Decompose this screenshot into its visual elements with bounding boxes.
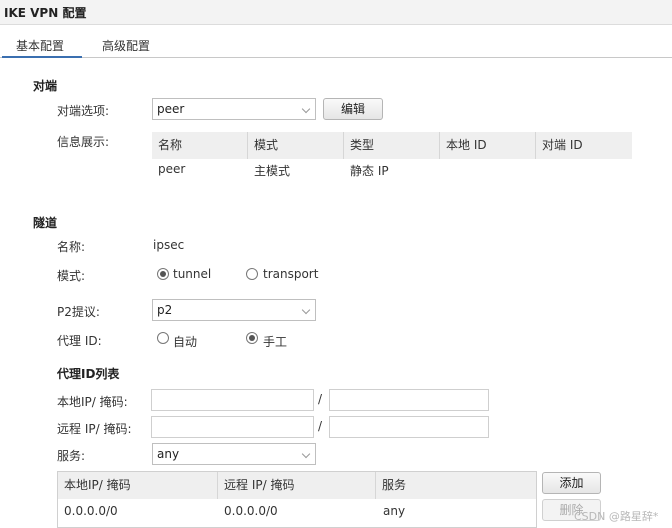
remote-ip-mask-label: 远程 IP/ 掩码: bbox=[57, 422, 132, 436]
local-ip-mask-label: 本地IP/ 掩码: bbox=[57, 395, 128, 409]
peer-col-local-id: 本地 ID bbox=[440, 132, 536, 159]
chevron-down-icon bbox=[301, 449, 311, 459]
window-title: IKE VPN 配置 bbox=[4, 6, 87, 20]
peer-option-select[interactable]: peer bbox=[152, 98, 316, 120]
remote-ip-input[interactable] bbox=[151, 416, 314, 438]
chevron-down-icon bbox=[301, 305, 311, 315]
service-value: any bbox=[157, 447, 180, 461]
peer-col-peer-id: 对端 ID bbox=[536, 132, 632, 159]
remote-mask-input[interactable] bbox=[329, 416, 489, 438]
peer-option-value: peer bbox=[157, 102, 185, 116]
table-row[interactable]: peer 主模式 静态 IP bbox=[152, 159, 632, 181]
local-separator: / bbox=[318, 392, 323, 406]
peer-col-mode: 模式 bbox=[248, 132, 344, 159]
mode-transport-label: transport bbox=[263, 267, 319, 281]
proxy-manual-label: 手工 bbox=[263, 335, 288, 349]
peer-row-mode: 主模式 bbox=[254, 164, 291, 178]
tunnel-mode-label: 模式: bbox=[57, 269, 86, 283]
mode-tunnel-label: tunnel bbox=[173, 267, 212, 281]
tab-bar: 基本配置 高级配置 bbox=[0, 36, 672, 58]
proxy-id-table: 本地IP/ 掩码 远程 IP/ 掩码 服务 0.0.0.0/0 0.0.0.0/… bbox=[57, 471, 537, 528]
table-row[interactable]: 0.0.0.0/0 0.0.0.0/0 any bbox=[58, 500, 536, 524]
peer-col-name: 名称 bbox=[152, 132, 248, 159]
mode-transport-radio[interactable] bbox=[246, 268, 258, 280]
p2-proposal-select[interactable]: p2 bbox=[152, 299, 316, 321]
window-title-bar: IKE VPN 配置 bbox=[0, 0, 672, 25]
proxy-col-remote: 远程 IP/ 掩码 bbox=[218, 472, 376, 499]
proxy-row-local: 0.0.0.0/0 bbox=[64, 504, 118, 518]
peer-row-type: 静态 IP bbox=[350, 164, 389, 178]
peer-option-label: 对端选项: bbox=[57, 104, 110, 118]
proxy-id-label: 代理 ID: bbox=[57, 334, 102, 348]
p2-proposal-value: p2 bbox=[157, 303, 173, 317]
peer-info-table: 名称 模式 类型 本地 ID 对端 ID peer 主模式 静态 IP bbox=[152, 132, 632, 182]
proxy-auto-label: 自动 bbox=[173, 335, 198, 349]
tab-advanced-config[interactable]: 高级配置 bbox=[102, 36, 172, 58]
proxy-row-service: any bbox=[383, 504, 406, 518]
p2-proposal-label: P2提议: bbox=[57, 305, 100, 319]
tunnel-name-value: ipsec bbox=[153, 238, 185, 252]
remote-separator: / bbox=[318, 419, 323, 433]
mode-tunnel-radio[interactable] bbox=[157, 268, 169, 280]
service-label: 服务: bbox=[57, 449, 86, 463]
service-select[interactable]: any bbox=[152, 443, 316, 465]
edit-peer-button[interactable]: 编辑 bbox=[323, 98, 383, 120]
proxy-row-remote: 0.0.0.0/0 bbox=[224, 504, 278, 518]
info-display-label: 信息展示: bbox=[57, 135, 110, 149]
watermark: CSDN @路星辞* bbox=[574, 510, 659, 523]
peer-col-type: 类型 bbox=[344, 132, 440, 159]
tunnel-section-title: 隧道 bbox=[33, 216, 58, 230]
proxy-auto-radio[interactable] bbox=[157, 332, 169, 344]
peer-section-title: 对端 bbox=[33, 79, 58, 93]
proxy-col-service: 服务 bbox=[376, 472, 536, 499]
local-ip-input[interactable] bbox=[151, 389, 314, 411]
peer-row-name: peer bbox=[158, 162, 186, 176]
proxy-col-local: 本地IP/ 掩码 bbox=[58, 472, 218, 499]
proxy-list-title: 代理ID列表 bbox=[57, 367, 120, 381]
add-proxy-button[interactable]: 添加 bbox=[542, 472, 601, 494]
proxy-manual-radio[interactable] bbox=[246, 332, 258, 344]
tunnel-name-label: 名称: bbox=[57, 240, 86, 254]
tab-basic-config[interactable]: 基本配置 bbox=[2, 36, 82, 58]
chevron-down-icon bbox=[301, 104, 311, 114]
local-mask-input[interactable] bbox=[329, 389, 489, 411]
